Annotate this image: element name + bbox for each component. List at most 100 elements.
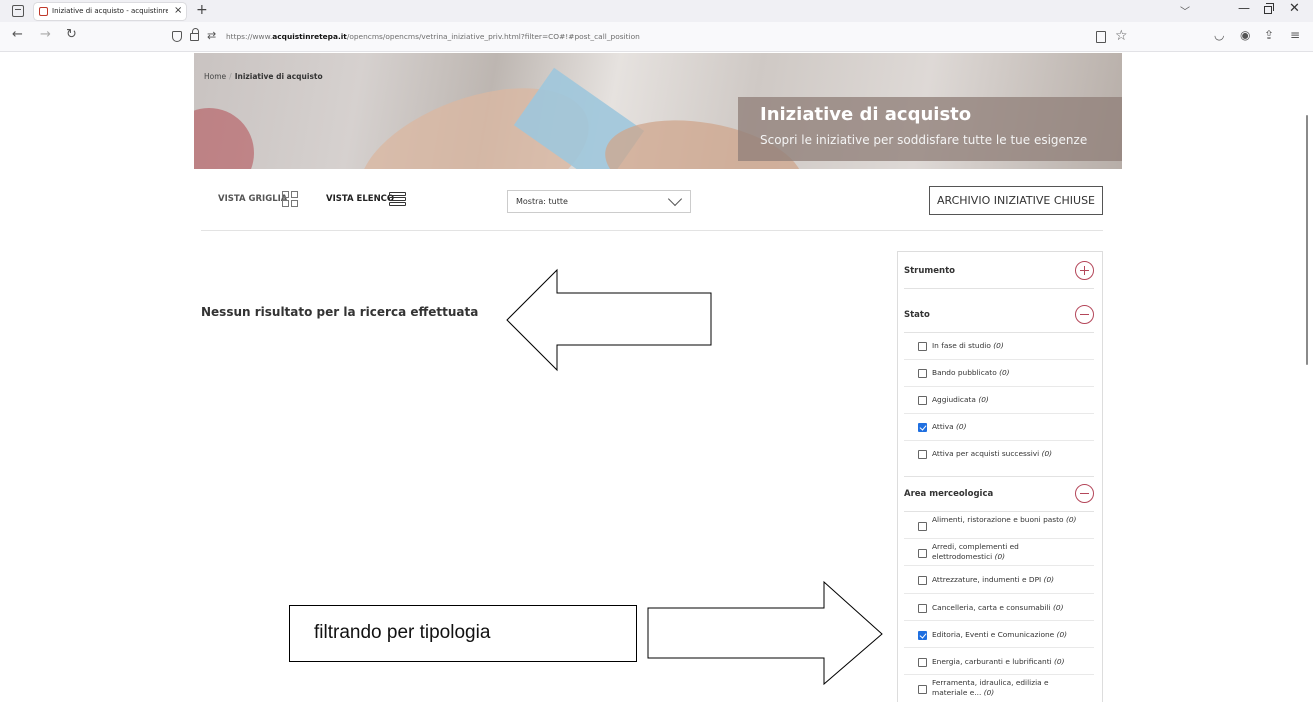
- permissions-icon[interactable]: ⇄: [207, 29, 216, 42]
- browser-tab-active[interactable]: Iniziative di acquisto - acquistinrete ×: [34, 3, 186, 20]
- list-icon: [389, 192, 406, 207]
- list-view-label: VISTA ELENCO: [326, 194, 395, 204]
- filter-option[interactable]: Energia, carburanti e lubrificanti (0): [904, 648, 1094, 675]
- annotation-box: filtrando per tipologia: [289, 605, 637, 662]
- filter-option[interactable]: Alimenti, ristorazione e buoni pasto (0): [904, 512, 1094, 539]
- checkbox[interactable]: [918, 342, 927, 351]
- url-bar[interactable]: ⇄ https://www.acquistinretepa.it/opencms…: [160, 25, 1148, 49]
- filter-option[interactable]: Attrezzature, indumenti e DPI (0): [904, 566, 1094, 594]
- divider: [904, 288, 1094, 289]
- tab-list-icon[interactable]: [12, 5, 24, 17]
- checkbox[interactable]: [918, 658, 927, 667]
- chevron-down-icon: [667, 191, 683, 207]
- filter-option[interactable]: Ferramenta, idraulica, edilizia e materi…: [904, 675, 1094, 702]
- checkbox[interactable]: [918, 450, 927, 459]
- page-title: Iniziative di acquisto: [760, 104, 972, 125]
- filter-section-strumento[interactable]: Strumento: [904, 261, 1094, 283]
- tab-title: Iniziative di acquisto - acquistinrete: [52, 7, 168, 15]
- filter-option-label: Energia, carburanti e lubrificanti (0): [932, 657, 1065, 666]
- filter-option-label: Bando pubblicato (0): [932, 368, 1010, 377]
- hero-title-panel: Iniziative di acquisto Scopri le iniziat…: [738, 97, 1122, 161]
- browser-nav-bar: ← → ↻ ⇄ https://www.acquistinretepa.it/o…: [0, 22, 1313, 52]
- grid-view-toggle[interactable]: VISTA GRIGLIA: [218, 190, 298, 210]
- breadcrumb-home-link[interactable]: Home: [204, 72, 226, 81]
- filter-option-label: Attrezzature, indumenti e DPI (0): [932, 575, 1055, 584]
- filter-option-label: In fase di studio (0): [932, 341, 1004, 350]
- back-icon[interactable]: ←: [12, 28, 23, 42]
- menu-icon[interactable]: ≡: [1290, 28, 1300, 42]
- lock-icon[interactable]: [190, 28, 199, 41]
- checkbox[interactable]: [918, 369, 927, 378]
- filter-section-title: Area merceologica: [904, 489, 994, 499]
- minimize-icon[interactable]: —: [1238, 1, 1250, 15]
- tab-close-icon[interactable]: ×: [174, 5, 182, 17]
- account-icon[interactable]: ◉: [1240, 28, 1250, 42]
- filter-option[interactable]: Cancelleria, carta e consumabili (0): [904, 594, 1094, 621]
- expand-plus-icon[interactable]: [1075, 261, 1094, 280]
- filter-option-label: Aggiudicata (0): [932, 395, 989, 404]
- breadcrumb-current: Iniziative di acquisto: [234, 72, 323, 81]
- filter-option[interactable]: In fase di studio (0): [904, 333, 1094, 360]
- shield-icon[interactable]: [172, 31, 182, 42]
- filter-sidebar: Strumento Stato In fase di studio (0) Ba…: [897, 251, 1103, 702]
- pocket-icon[interactable]: ◡: [1214, 28, 1224, 42]
- filter-option[interactable]: Aggiudicata (0): [904, 387, 1094, 414]
- checkbox[interactable]: [918, 685, 927, 694]
- filter-option-label: Cancelleria, carta e consumabili (0): [932, 603, 1064, 612]
- filter-section-title: Stato: [904, 310, 930, 320]
- filter-section-area-merceologica[interactable]: Area merceologica: [904, 484, 1094, 506]
- filter-option-label: Attiva (0): [932, 422, 967, 431]
- grid-icon: [282, 191, 299, 208]
- left-arrow-annotation: [506, 268, 712, 372]
- breadcrumb: Home / Iniziative di acquisto: [204, 72, 323, 82]
- divider: [904, 476, 1094, 477]
- hero-banner: Home / Iniziative di acquisto Iniziative d…: [194, 53, 1122, 169]
- right-arrow-annotation: [647, 580, 883, 686]
- filter-option-label: Ferramenta, idraulica, edilizia e materi…: [932, 678, 1049, 697]
- hero-image-decoration: [194, 108, 254, 169]
- filter-option-label: Arredi, complementi ed elettrodomestici …: [932, 542, 1019, 561]
- breadcrumb-separator: /: [229, 72, 232, 81]
- no-results-message: Nessun risultato per la ricerca effettua…: [201, 305, 479, 319]
- checkbox[interactable]: [918, 396, 927, 405]
- close-window-icon[interactable]: ✕: [1289, 1, 1300, 16]
- filter-option-label: Editoria, Eventi e Comunicazione (0): [932, 630, 1068, 639]
- grid-view-label: VISTA GRIGLIA: [218, 194, 288, 204]
- checkbox-checked[interactable]: [918, 631, 927, 640]
- extensions-icon[interactable]: ⇪: [1264, 28, 1274, 42]
- forward-icon[interactable]: →: [40, 28, 51, 42]
- bookmark-star-icon[interactable]: ☆: [1115, 28, 1128, 44]
- collapse-minus-icon[interactable]: [1075, 305, 1094, 324]
- filter-section-title: Strumento: [904, 266, 956, 276]
- browser-tab-bar: Iniziative di acquisto - acquistinrete ×…: [0, 0, 1313, 22]
- checkbox-checked[interactable]: [918, 423, 927, 432]
- page-subtitle: Scopri le iniziative per soddisfare tutt…: [760, 133, 1088, 147]
- show-filter-value: Mostra: tutte: [516, 197, 568, 206]
- filter-option[interactable]: Attiva per acquisti successivi (0): [904, 441, 1094, 468]
- favicon-icon: [39, 7, 48, 16]
- divider: [201, 230, 1103, 231]
- page-scrollbar[interactable]: [1306, 115, 1308, 365]
- new-tab-icon[interactable]: +: [196, 2, 208, 18]
- reload-icon[interactable]: ↻: [66, 28, 77, 42]
- archive-closed-initiatives-button[interactable]: ARCHIVIO INIZIATIVE CHIUSE: [929, 186, 1103, 215]
- filter-option-label: Attiva per acquisti successivi (0): [932, 449, 1053, 458]
- checkbox[interactable]: [918, 576, 927, 585]
- filter-option[interactable]: Editoria, Eventi e Comunicazione (0): [904, 621, 1094, 648]
- restore-icon[interactable]: [1264, 3, 1274, 14]
- list-view-toggle[interactable]: VISTA ELENCO: [326, 190, 406, 210]
- filter-section-stato[interactable]: Stato: [904, 305, 1094, 327]
- collapse-minus-icon[interactable]: [1075, 484, 1094, 503]
- filter-option[interactable]: Arredi, complementi ed elettrodomestici …: [904, 539, 1094, 566]
- filter-option[interactable]: Bando pubblicato (0): [904, 360, 1094, 387]
- url-text[interactable]: https://www.acquistinretepa.it/opencms/o…: [226, 32, 640, 42]
- reader-view-icon[interactable]: [1096, 31, 1106, 43]
- show-filter-select[interactable]: Mostra: tutte: [507, 190, 691, 213]
- annotation-text: filtrando per tipologia: [314, 622, 491, 643]
- checkbox[interactable]: [918, 549, 927, 558]
- chevron-down-icon[interactable]: ﹀: [1180, 3, 1190, 18]
- checkbox[interactable]: [918, 604, 927, 613]
- checkbox[interactable]: [918, 522, 927, 531]
- filter-option-label: Alimenti, ristorazione e buoni pasto (0): [932, 515, 1077, 524]
- filter-option[interactable]: Attiva (0): [904, 414, 1094, 441]
